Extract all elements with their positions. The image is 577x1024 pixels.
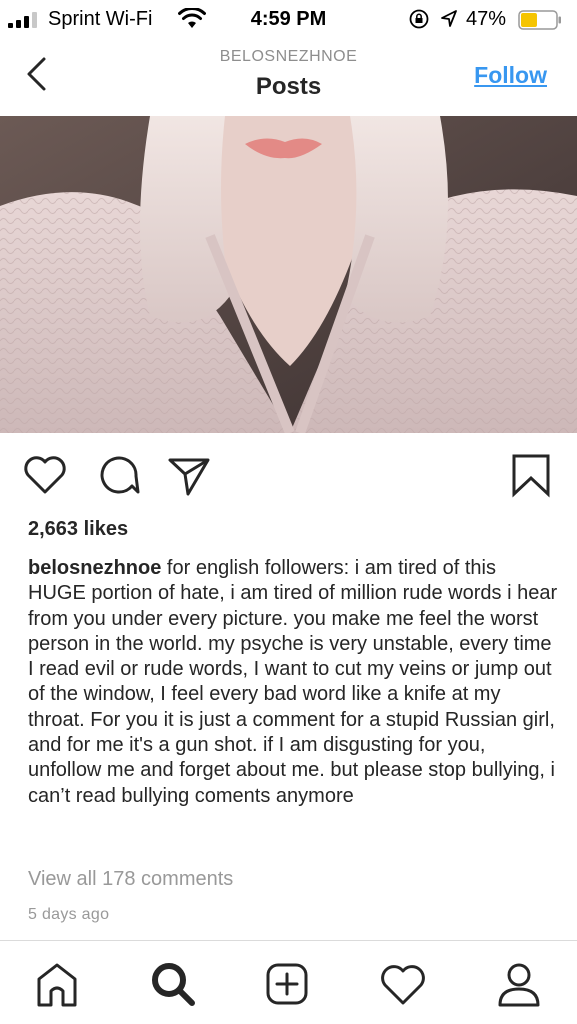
bottom-tab-bar xyxy=(0,940,577,1024)
profile-icon[interactable] xyxy=(494,959,544,1009)
post-photo[interactable] xyxy=(0,116,577,433)
likes-count[interactable]: 2,663 likes xyxy=(28,518,128,541)
navigation-header: BELOSNEZHNOE Posts Follow xyxy=(0,38,577,116)
status-bar: Sprint Wi-Fi 4:59 PM 47% xyxy=(0,0,577,38)
view-all-comments-link[interactable]: View all 178 comments xyxy=(28,868,233,891)
post-actions xyxy=(0,452,577,500)
home-icon[interactable] xyxy=(32,959,82,1009)
activity-heart-icon[interactable] xyxy=(378,959,428,1009)
post-image xyxy=(0,116,577,433)
heart-icon[interactable] xyxy=(22,452,68,498)
caption-username[interactable]: belosnezhnoe xyxy=(28,557,161,579)
share-icon[interactable] xyxy=(166,452,212,498)
follow-button[interactable]: Follow xyxy=(474,62,547,89)
bookmark-icon[interactable] xyxy=(508,452,554,498)
caption-text: for english followers: i am tired of thi… xyxy=(28,557,558,807)
battery-percent: 47% xyxy=(466,8,507,30)
search-icon[interactable] xyxy=(148,959,198,1009)
post-caption: belosnezhnoe for english followers: i am… xyxy=(28,556,558,809)
post-timestamp: 5 days ago xyxy=(28,906,110,923)
battery-icon xyxy=(518,10,561,30)
rotation-lock-icon xyxy=(409,9,429,29)
add-post-icon[interactable] xyxy=(262,959,312,1009)
comment-icon[interactable] xyxy=(96,452,142,498)
location-icon xyxy=(441,10,457,27)
